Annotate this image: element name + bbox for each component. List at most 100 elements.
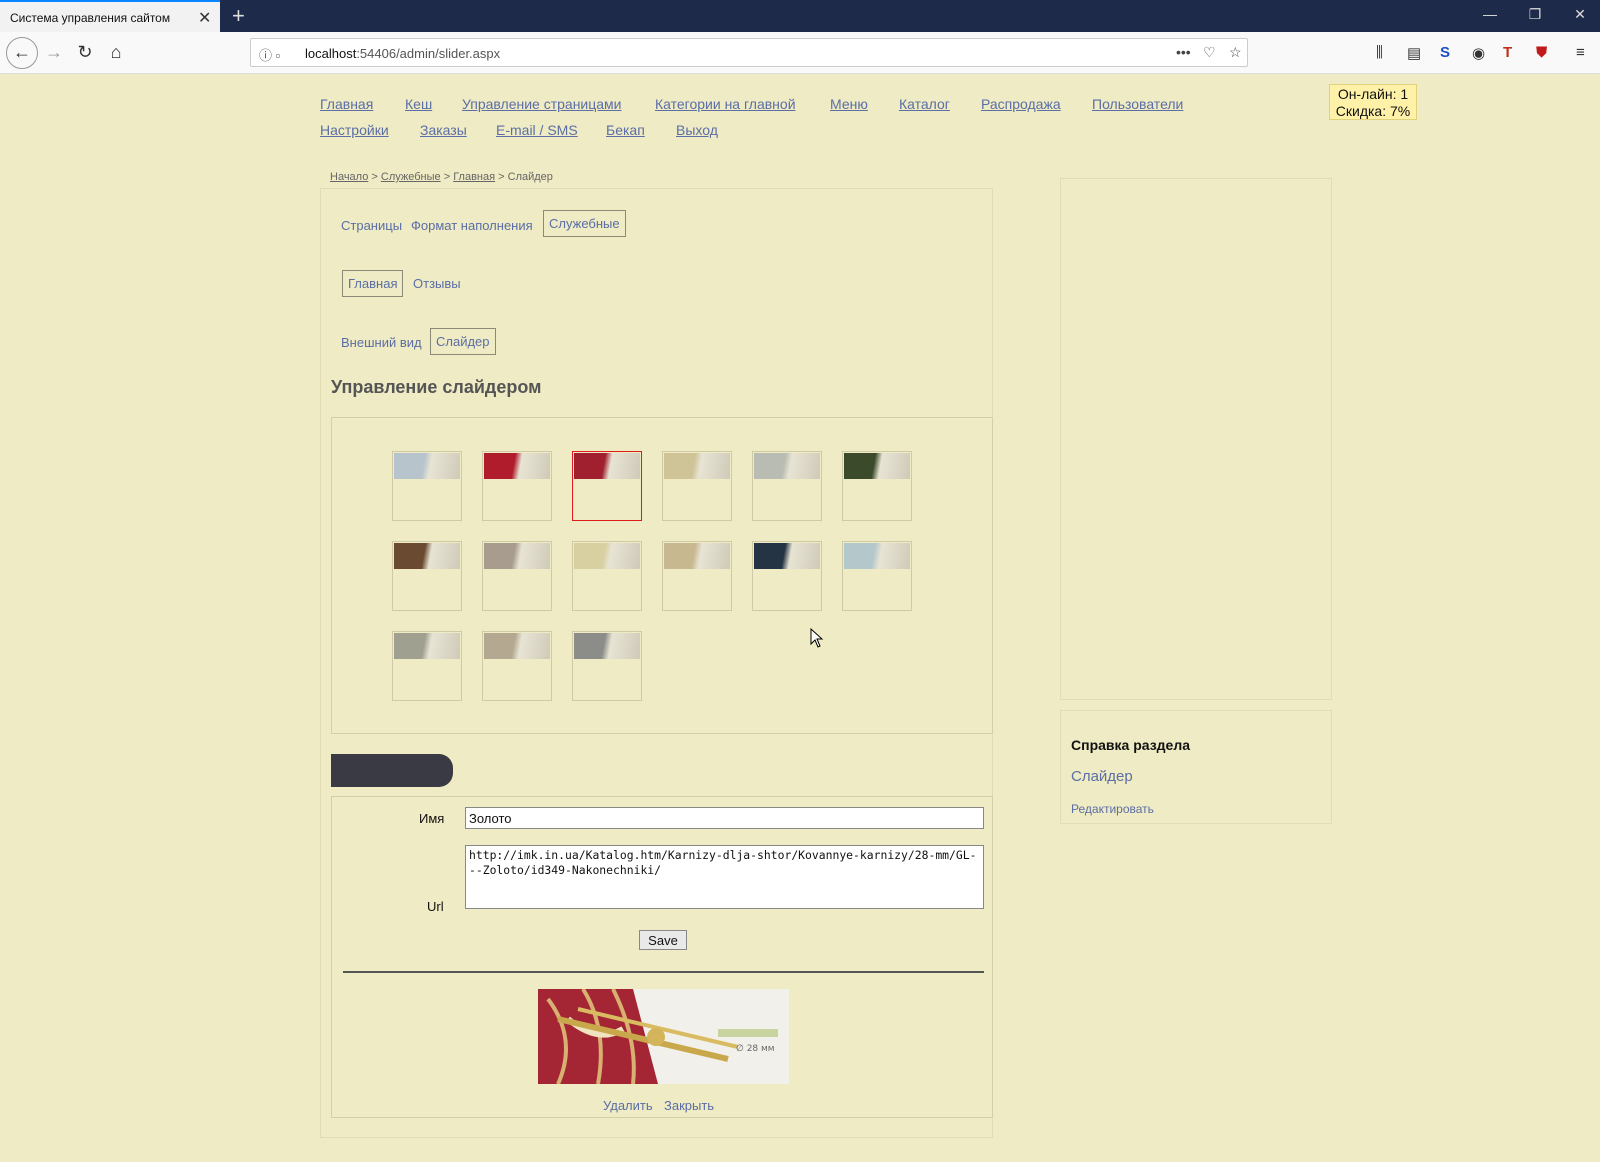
shield-icon[interactable]: ⛊: [1536, 44, 1547, 61]
account-icon[interactable]: ◉: [1472, 44, 1485, 62]
slide-thumbnail[interactable]: [572, 541, 642, 611]
url-textarea[interactable]: http://imk.in.ua/Katalog.htm/Karnizy-dlj…: [465, 845, 984, 909]
slide-thumbnail-image: [754, 453, 820, 479]
nav-link-main[interactable]: Главная: [320, 96, 373, 112]
slide-thumbnail-image: [394, 633, 460, 659]
delete-link[interactable]: Удалить: [603, 1098, 653, 1113]
slide-preview-image: ∅ 28 мм: [538, 989, 789, 1084]
breadcrumb: Начало > Служебные > Главная > Слайдер: [330, 171, 553, 183]
slide-thumbnail[interactable]: [842, 451, 912, 521]
close-link[interactable]: Закрыть: [664, 1098, 714, 1113]
help-link-slider[interactable]: Слайдер: [1071, 768, 1133, 785]
breadcrumb-current: Слайдер: [507, 171, 553, 183]
nav-link-pages[interactable]: Управление страницами: [462, 96, 622, 112]
slide-thumbnail[interactable]: [752, 451, 822, 521]
slide-thumbnail-image: [754, 543, 820, 569]
library-icon[interactable]: ⫼: [1376, 44, 1383, 61]
slide-thumbnail-image: [844, 543, 910, 569]
nav-link-backup[interactable]: Бекап: [606, 122, 645, 138]
slide-thumbnail[interactable]: [662, 541, 732, 611]
breadcrumb-link-main[interactable]: Главная: [453, 171, 495, 183]
nav-link-catalog[interactable]: Каталог: [899, 96, 950, 112]
nav-link-home-categories[interactable]: Категории на главной: [655, 96, 796, 112]
url-text: localhost:54406/admin/slider.aspx: [305, 46, 501, 61]
slide-thumbnail[interactable]: [392, 541, 462, 611]
slide-thumbnail-image: [484, 633, 550, 659]
breadcrumb-link-service[interactable]: Служебные: [381, 171, 441, 183]
online-count: Он-лайн: 1: [1337, 86, 1409, 102]
page-actions-icon[interactable]: •••: [1176, 44, 1191, 60]
status-box: Он-лайн: 1 Скидка: 7%: [1329, 84, 1417, 120]
slide-edit-form: Имя Url http://imk.in.ua/Katalog.htm/Kar…: [331, 796, 993, 1118]
minimize-icon[interactable]: —: [1480, 6, 1500, 22]
slide-thumbnail-image: [664, 453, 730, 479]
edit-section-tab: [331, 754, 453, 787]
page-title: Управление слайдером: [331, 377, 542, 397]
reload-icon[interactable]: ↻: [73, 41, 97, 65]
divider: [343, 971, 984, 973]
svg-text:∅ 28 мм: ∅ 28 мм: [736, 1044, 775, 1054]
tab-slider[interactable]: Слайдер: [430, 328, 496, 355]
window-close-icon[interactable]: ✕: [1570, 6, 1590, 23]
help-edit-link[interactable]: Редактировать: [1071, 802, 1154, 816]
url-bar[interactable]: ⓘ ▫ localhost:54406/admin/slider.aspx ••…: [250, 38, 1248, 67]
slide-thumbnail-image: [574, 633, 640, 659]
slide-thumbnail[interactable]: [392, 631, 462, 701]
browser-navbar: ← → ↻ ⌂ ⓘ ▫ localhost:54406/admin/slider…: [0, 32, 1600, 74]
slide-thumbnail-image: [844, 453, 910, 479]
nav-link-users[interactable]: Пользователи: [1092, 96, 1183, 112]
slide-thumbnail[interactable]: [482, 541, 552, 611]
nav-link-settings[interactable]: Настройки: [320, 122, 389, 138]
slide-thumbnail-image: [574, 453, 640, 479]
forward-icon[interactable]: →: [42, 41, 66, 65]
browser-tab[interactable]: Система управления сайтом ✕: [0, 0, 220, 32]
nav-link-cache[interactable]: Кеш: [405, 96, 432, 112]
slide-thumbnail[interactable]: [572, 451, 642, 521]
slide-thumbnail[interactable]: [662, 451, 732, 521]
slide-thumbnail-image: [484, 453, 550, 479]
slides-gallery: [331, 417, 993, 734]
name-label: Имя: [419, 811, 445, 826]
tab-service[interactable]: Служебные: [543, 210, 626, 237]
side-panel: [1060, 178, 1332, 700]
tab-pages[interactable]: Страницы: [336, 213, 407, 238]
tab-close-icon[interactable]: ✕: [198, 8, 211, 28]
save-button[interactable]: Save: [639, 930, 687, 950]
bookmark-star-icon[interactable]: ☆: [1229, 44, 1242, 61]
extension-t-icon[interactable]: T: [1503, 44, 1512, 61]
tab-reviews[interactable]: Отзывы: [408, 271, 466, 296]
name-input[interactable]: [465, 807, 984, 829]
new-tab-icon[interactable]: +: [232, 3, 245, 29]
slide-thumbnail[interactable]: [482, 451, 552, 521]
slide-thumbnail-image: [394, 543, 460, 569]
tab-fill-format[interactable]: Формат наполнения: [406, 213, 538, 238]
discount-value: Скидка: 7%: [1335, 103, 1411, 119]
help-panel: Справка раздела Слайдер Редактировать: [1060, 710, 1332, 824]
sidebar-icon[interactable]: ▤: [1407, 44, 1421, 62]
nav-link-email-sms[interactable]: E-mail / SMS: [496, 122, 578, 138]
tab-appearance[interactable]: Внешний вид: [336, 330, 427, 355]
nav-link-sale[interactable]: Распродажа: [981, 96, 1061, 112]
restore-icon[interactable]: ❐: [1525, 6, 1545, 23]
tab-main[interactable]: Главная: [342, 270, 404, 297]
slide-thumbnail[interactable]: [482, 631, 552, 701]
site-info-icon[interactable]: ⓘ ▫: [259, 45, 280, 64]
home-icon[interactable]: ⌂: [104, 41, 128, 65]
back-icon[interactable]: ←: [6, 37, 38, 69]
slide-thumbnail-image: [394, 453, 460, 479]
help-title: Справка раздела: [1071, 737, 1191, 753]
slide-thumbnail-image: [574, 543, 640, 569]
url-label: Url: [427, 899, 444, 914]
slide-thumbnail[interactable]: [392, 451, 462, 521]
slide-thumbnail[interactable]: [572, 631, 642, 701]
extension-s-icon[interactable]: S: [1440, 44, 1450, 61]
slide-thumbnail[interactable]: [752, 541, 822, 611]
slide-thumbnail[interactable]: [842, 541, 912, 611]
nav-link-orders[interactable]: Заказы: [420, 122, 467, 138]
mouse-cursor-icon: [810, 628, 824, 648]
menu-icon[interactable]: ≡: [1576, 44, 1585, 61]
pocket-icon[interactable]: ♡: [1203, 44, 1216, 61]
breadcrumb-link-start[interactable]: Начало: [330, 171, 368, 183]
nav-link-exit[interactable]: Выход: [676, 122, 718, 138]
nav-link-menu[interactable]: Меню: [830, 96, 868, 112]
